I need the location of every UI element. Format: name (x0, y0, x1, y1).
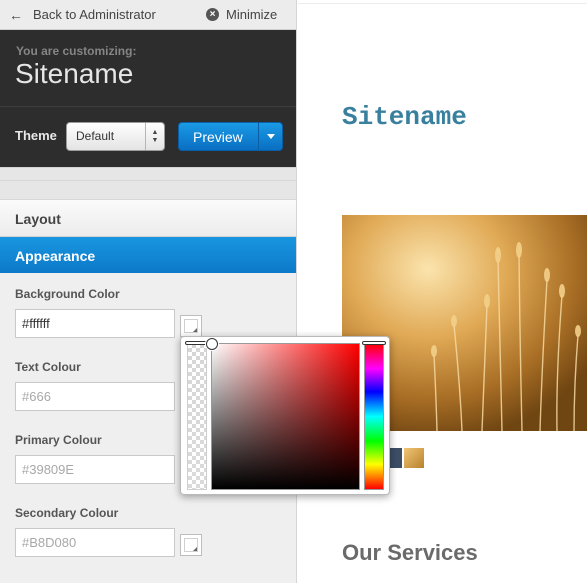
minimize-label: Minimize (226, 7, 278, 22)
customizer-topbar: ← Back to Administrator × Minimize (0, 0, 296, 30)
secondary-colour-label: Secondary Colour (15, 506, 119, 520)
select-arrows-icon: ▲ ▼ (145, 123, 164, 150)
services-heading: Our Services (342, 540, 478, 565)
text-colour-input[interactable] (15, 382, 175, 411)
caret-down-icon[interactable] (267, 134, 275, 139)
customizer-panel: ← Back to Administrator × Minimize You a… (0, 0, 297, 583)
preview-top-border (298, 3, 587, 4)
background-color-label: Background Color (15, 287, 120, 301)
swatch-fill (184, 538, 198, 552)
secondary-colour-input[interactable] (15, 528, 175, 557)
background-color-swatch[interactable] (180, 315, 202, 337)
preview-button[interactable]: Preview (178, 122, 283, 151)
section-spacer (0, 167, 296, 199)
color-selector-handle[interactable] (206, 338, 218, 350)
site-name-title: Sitename (15, 58, 134, 89)
section-appearance[interactable]: Appearance (0, 237, 296, 273)
background-color-input[interactable] (15, 309, 175, 338)
theme-select[interactable]: Default ▲ ▼ (66, 122, 165, 151)
customizing-label: You are customizing: (16, 44, 137, 58)
theme-label: Theme (15, 128, 57, 143)
close-circle-icon: × (206, 8, 219, 21)
secondary-colour-swatch[interactable] (180, 534, 202, 556)
saturation-value-area[interactable] (211, 343, 360, 490)
primary-colour-input[interactable] (15, 455, 175, 484)
back-to-administrator-link[interactable]: ← Back to Administrator (9, 7, 156, 22)
primary-colour-label: Primary Colour (15, 433, 102, 447)
color-picker-popup (180, 336, 390, 495)
swatch-fill (184, 319, 198, 333)
hue-slider[interactable] (364, 343, 384, 490)
customizer-header: You are customizing: Sitename Theme Defa… (0, 30, 296, 167)
preview-site-title[interactable]: Sitename (342, 102, 467, 132)
theme-select-value: Default (76, 129, 115, 143)
back-label: Back to Administrator (33, 7, 156, 22)
alpha-slider[interactable] (187, 343, 207, 490)
arrow-left-icon: ← (9, 6, 23, 23)
gallery-thumbnail[interactable] (404, 448, 424, 468)
minimize-button[interactable]: × Minimize (206, 7, 277, 22)
site-preview: Sitename Our Services (298, 0, 587, 583)
hue-slider-handle[interactable] (362, 341, 386, 345)
preview-button-label: Preview (193, 129, 243, 145)
header-divider (0, 106, 296, 107)
text-colour-label: Text Colour (15, 360, 81, 374)
preview-button-divider (258, 123, 259, 150)
section-layout[interactable]: Layout (0, 199, 296, 237)
